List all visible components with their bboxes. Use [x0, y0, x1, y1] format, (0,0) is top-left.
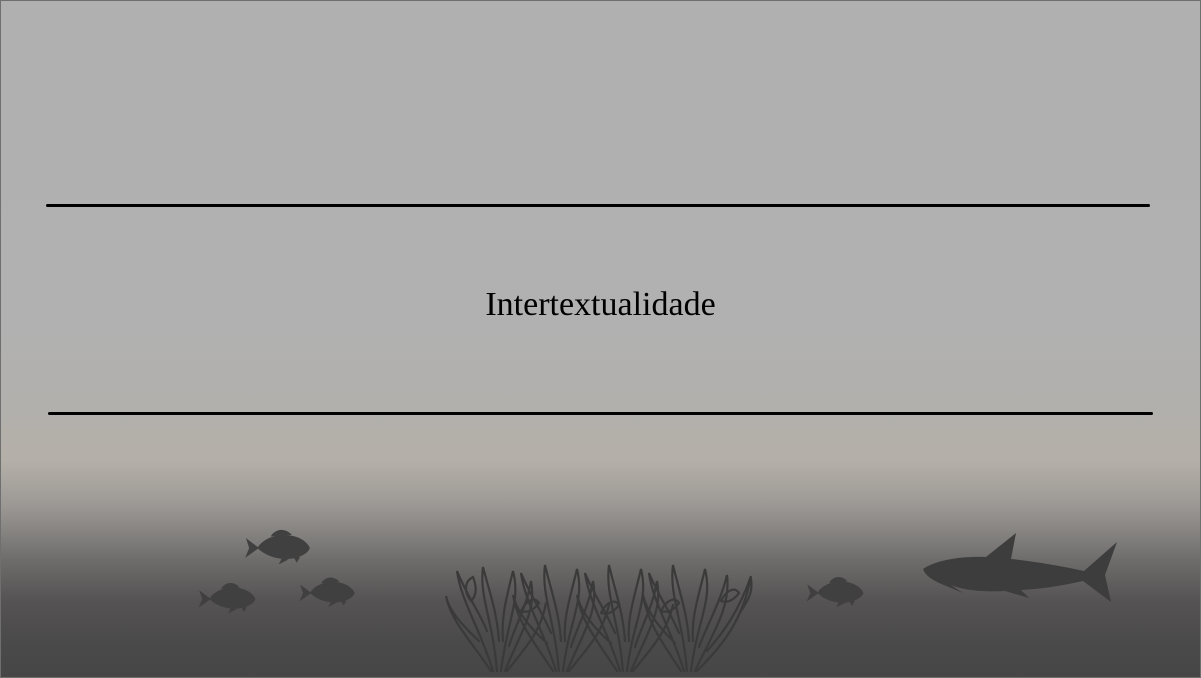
fish-icon	[198, 583, 256, 614]
shark-icon	[923, 533, 1117, 602]
seaweed-icon	[444, 564, 753, 673]
fish-icon	[299, 577, 355, 607]
slide: Intertextualidade	[0, 0, 1201, 678]
underwater-scene	[198, 529, 1117, 673]
fish-icon	[806, 577, 864, 608]
fish-icon	[245, 529, 310, 565]
